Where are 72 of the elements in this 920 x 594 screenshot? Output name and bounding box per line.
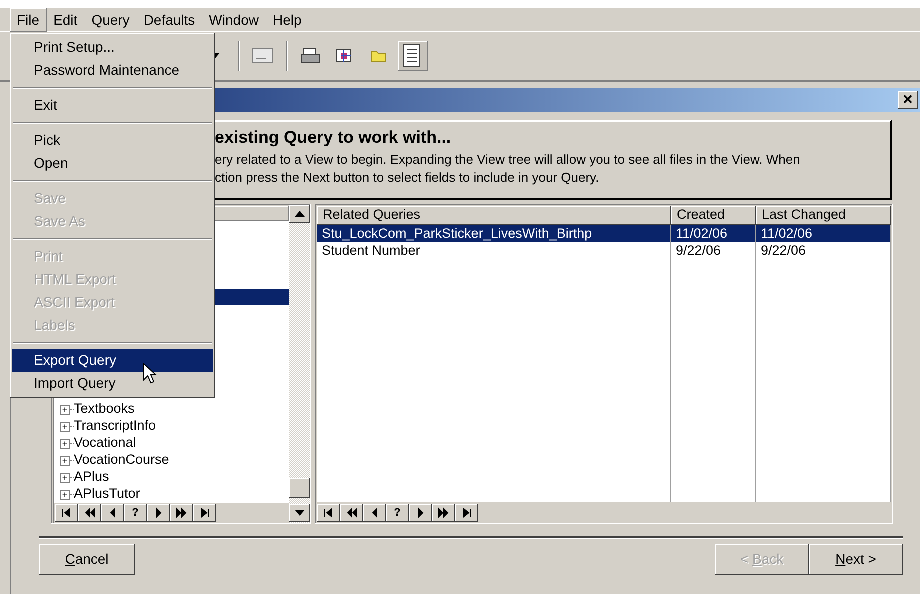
first-icon [60, 507, 72, 519]
prev-button[interactable] [101, 504, 124, 522]
menu-item[interactable]: Query [84, 8, 137, 32]
first-button[interactable] [317, 504, 340, 522]
expand-toggle[interactable]: + [60, 438, 70, 448]
menu-item[interactable]: Defaults [136, 8, 202, 32]
scroll-thumb[interactable] [289, 478, 310, 498]
scroll-up-button[interactable] [289, 205, 310, 223]
table-cell[interactable]: 9/22/06 [756, 242, 891, 259]
help-button[interactable]: ? [124, 504, 147, 522]
down-arrow-icon [294, 510, 304, 516]
next-button[interactable] [409, 504, 432, 522]
menu-item[interactable]: Import Query [12, 372, 213, 395]
last-button[interactable] [193, 504, 216, 522]
menu-item[interactable]: Print Setup... [12, 36, 213, 59]
table-cell[interactable]: Student Number [317, 242, 671, 259]
last-icon [460, 507, 472, 519]
expand-toggle[interactable]: + [60, 490, 70, 500]
scrollbar[interactable] [289, 205, 310, 523]
expand-toggle[interactable]: + [60, 472, 70, 482]
wizard-button[interactable]: Cancel [39, 544, 135, 575]
grid-icon [336, 48, 354, 64]
column-header[interactable]: Last Changed [756, 206, 891, 225]
menu-item[interactable]: Open [12, 152, 213, 175]
up-arrow-icon [294, 211, 304, 217]
prev-page-button[interactable] [340, 504, 363, 522]
tree-item[interactable]: Textbooks [74, 401, 135, 418]
scroll-down-button[interactable] [289, 504, 310, 522]
next-page-button[interactable] [170, 504, 193, 522]
menu-item[interactable]: Help [266, 8, 309, 32]
expand-toggle[interactable]: + [60, 456, 70, 466]
expand-toggle[interactable]: + [60, 404, 70, 414]
close-button[interactable]: × [898, 91, 918, 109]
tree-item[interactable]: TranscriptInfo [74, 418, 156, 435]
column-header[interactable]: Related Queries [317, 206, 671, 225]
printer-icon [301, 47, 321, 65]
first-icon [322, 507, 334, 519]
next-icon [438, 507, 450, 519]
last-button[interactable] [455, 504, 478, 522]
menu-item[interactable]: Window [202, 8, 266, 32]
wizard-button[interactable]: Next > [809, 544, 903, 575]
table-cell[interactable]: 9/22/06 [671, 242, 756, 259]
menu-item[interactable]: Password Maintenance [12, 59, 213, 82]
prev-icon [346, 507, 358, 519]
prev-button[interactable] [363, 504, 386, 522]
next-icon [176, 507, 188, 519]
first-button[interactable] [55, 504, 78, 522]
prev-page-button[interactable] [78, 504, 101, 522]
tree-item[interactable]: Vocational [74, 435, 136, 452]
expand-toggle[interactable]: + [60, 422, 70, 432]
mouse-cursor-icon [143, 363, 157, 385]
prev-icon [84, 507, 96, 519]
menu-item[interactable]: Exit [12, 94, 213, 117]
tree-item[interactable]: APlusTutor [74, 486, 140, 503]
header-description: ery related to a View to begin. Expanding the View tree will allow you to see all files in the View. When ction press the Next button to select fields to include in your Query. [215, 151, 802, 188]
menu-item[interactable]: File [10, 8, 47, 32]
header-title: existing Query to work with... [215, 128, 452, 148]
table-cell[interactable]: Stu_LockCom_ParkSticker_LivesWith_Birthp [317, 225, 671, 242]
help-button[interactable]: ? [386, 504, 409, 522]
last-icon [198, 507, 210, 519]
table-cell[interactable]: 11/02/06 [671, 225, 756, 242]
next-button[interactable] [147, 504, 170, 522]
menu-item[interactable]: Pick [12, 129, 213, 152]
menu-item[interactable]: Edit [46, 8, 85, 32]
window-icon [252, 47, 274, 65]
tree-item[interactable]: APlus [74, 469, 110, 486]
list-button[interactable] [398, 41, 428, 71]
tree-item[interactable]: VocationCourse [74, 452, 170, 469]
table-cell[interactable]: 11/02/06 [756, 225, 891, 242]
menu-item[interactable]: Export Query [12, 349, 213, 372]
column-header[interactable]: Created [671, 206, 756, 225]
next-page-button[interactable] [432, 504, 455, 522]
